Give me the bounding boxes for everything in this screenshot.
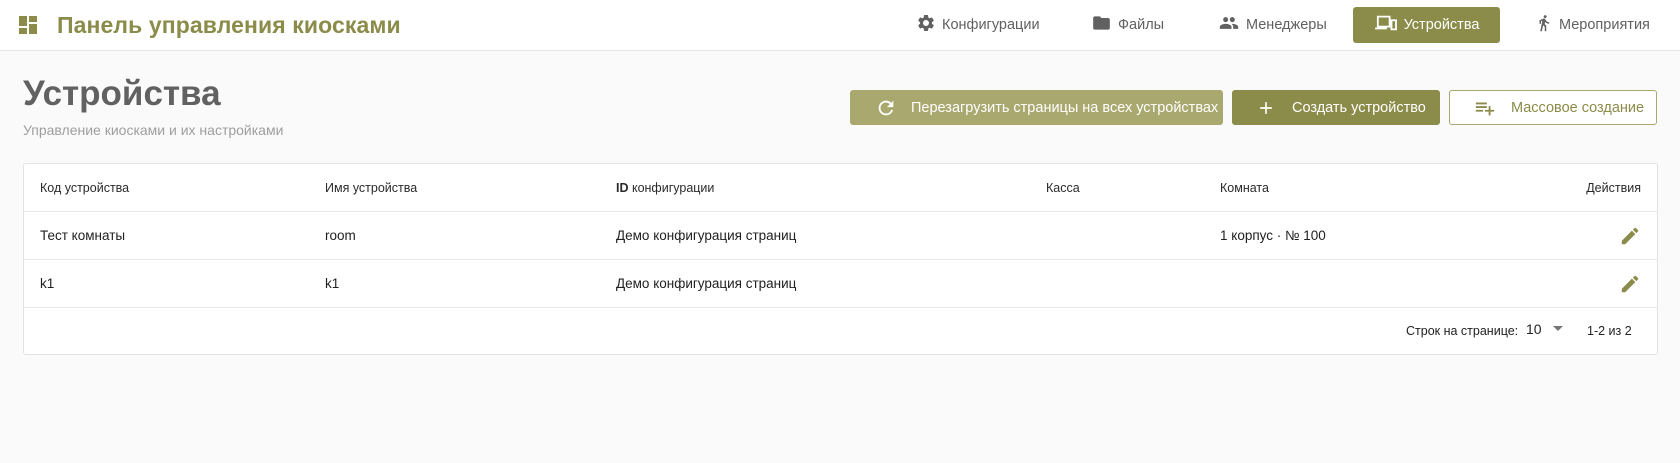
app-title: Панель управления киосками: [57, 11, 401, 38]
column-header-config-id[interactable]: ID конфигурации: [616, 164, 714, 211]
edit-button[interactable]: [1617, 260, 1643, 307]
devices-table: Код устройства Имя устройства ID конфигу…: [23, 163, 1658, 355]
pencil-icon: [1619, 273, 1641, 295]
table-header-row: Код устройства Имя устройства ID конфигу…: [24, 164, 1657, 212]
edit-button[interactable]: [1617, 212, 1643, 259]
cell-name: k1: [325, 276, 340, 291]
nav-item-files[interactable]: Файлы: [1091, 7, 1171, 43]
nav-item-events[interactable]: Мероприятия: [1535, 7, 1650, 43]
column-header-config-id-prefix: ID: [616, 180, 629, 195]
column-header-actions: Действия: [1586, 180, 1641, 195]
cell-code: k1: [40, 276, 55, 291]
cell-config: Демо конфигурация страниц: [616, 276, 797, 291]
nav-item-label: Мероприятия: [1559, 17, 1650, 33]
column-header-code[interactable]: Код устройства: [40, 164, 129, 211]
rows-per-page-value: 10: [1526, 321, 1542, 337]
column-header-config-id-rest: конфигурации: [628, 180, 715, 195]
table-row[interactable]: Тест комнаты room Демо конфигурация стра…: [24, 212, 1657, 260]
table-row[interactable]: k1 k1 Демо конфигурация страниц: [24, 260, 1657, 308]
plus-icon: [1256, 98, 1276, 118]
reload-all-pages-label: Перезагрузить страницы на всех устройств…: [911, 99, 1219, 116]
nav-item-managers[interactable]: Менеджеры: [1218, 7, 1328, 43]
column-header-cashbox[interactable]: Касса: [1046, 164, 1080, 211]
brand[interactable]: Панель управления киосками: [16, 12, 401, 39]
nav-item-configurations[interactable]: Конфигурации: [916, 7, 1046, 43]
column-header-name[interactable]: Имя устройства: [325, 164, 417, 211]
cell-code: Тест комнаты: [40, 228, 126, 243]
cell-room: 1 корпус · № 100: [1220, 228, 1326, 243]
bulk-create-label: Массовое создание: [1511, 99, 1645, 116]
nav-item-label: Менеджеры: [1246, 17, 1327, 33]
pagination-range: 1-2 из 2: [1587, 324, 1632, 338]
page-subtitle: Управление киосками и их настройками: [23, 122, 284, 138]
nav-item-label: Конфигурации: [942, 17, 1040, 33]
create-device-label: Создать устройство: [1292, 99, 1426, 116]
page-title: Устройства: [23, 74, 221, 113]
people-icon: [1218, 13, 1240, 37]
top-app-bar: Панель управления киосками Конфигурации …: [0, 0, 1680, 51]
pagination: Строк на странице: 10 1-2 из 2: [24, 308, 1657, 356]
cell-config: Демо конфигурация страниц: [616, 228, 797, 243]
folder-icon: [1091, 13, 1112, 37]
dropdown-arrow-icon: [1552, 325, 1564, 333]
create-device-button[interactable]: Создать устройство: [1232, 90, 1440, 125]
person-walking-icon: [1535, 12, 1553, 38]
bulk-create-button[interactable]: Массовое создание: [1449, 90, 1657, 125]
cell-name: room: [325, 228, 356, 243]
rows-per-page-select[interactable]: 10: [1526, 321, 1564, 337]
nav-item-devices[interactable]: Устройства: [1353, 7, 1500, 43]
nav-item-label: Файлы: [1118, 17, 1165, 33]
nav-item-label: Устройства: [1403, 17, 1480, 33]
dashboard-icon: [16, 13, 40, 37]
gear-icon: [916, 13, 936, 37]
devices-icon: [1374, 13, 1398, 37]
rows-per-page-label: Строк на странице:: [1406, 324, 1519, 338]
playlist-add-icon: [1473, 97, 1497, 119]
pencil-icon: [1619, 225, 1641, 247]
refresh-icon: [875, 97, 897, 119]
column-header-room[interactable]: Комната: [1220, 164, 1269, 211]
reload-all-pages-button[interactable]: Перезагрузить страницы на всех устройств…: [850, 90, 1223, 125]
